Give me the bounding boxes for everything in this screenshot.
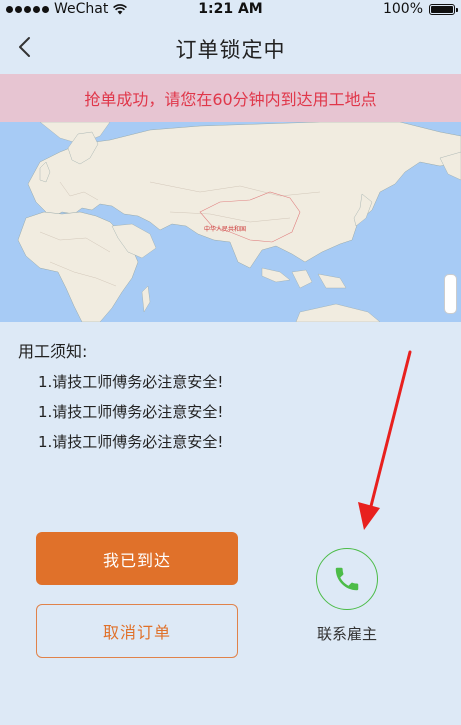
phone-icon — [335, 567, 359, 591]
map-zoom-control[interactable] — [444, 274, 457, 314]
map-country-label: 中华人民共和国 — [204, 226, 247, 233]
cancel-order-button[interactable]: 取消订单 — [36, 604, 238, 658]
annotation-arrow-icon — [358, 350, 412, 530]
contact-employer-button[interactable]: 联系雇主 — [305, 548, 389, 644]
notes-title: 用工须知: — [18, 342, 88, 361]
work-notes: 用工须知: 1.请技工师傅务必注意安全! 1.请技工师傅务必注意安全! 1.请技… — [18, 338, 223, 452]
success-notice-banner: 抢单成功，请您在60分钟内到达用工地点 — [0, 74, 461, 122]
note-item: 1.请技工师傅务必注意安全! — [38, 433, 224, 451]
battery-icon — [429, 3, 458, 15]
phone-circle[interactable] — [316, 548, 378, 610]
arrived-button[interactable]: 我已到达 — [36, 532, 238, 585]
battery-percent: 100% — [382, 1, 423, 17]
status-right: 100% — [382, 1, 458, 17]
world-map — [0, 122, 461, 322]
note-item: 1.请技工师傅务必注意安全! — [38, 403, 224, 421]
map-view[interactable]: 中华人民共和国 — [0, 122, 461, 322]
notice-text: 抢单成功，请您在60分钟内到达用工地点 — [84, 90, 377, 109]
arrived-button-label: 我已到达 — [102, 550, 171, 570]
contact-label: 联系雇主 — [316, 625, 377, 643]
note-item: 1.请技工师傅务必注意安全! — [38, 373, 224, 391]
nav-bar: 订单锁定中 — [0, 20, 461, 74]
status-bar: WeChat 1:21 AM 100% — [0, 0, 461, 20]
page-title: 订单锁定中 — [175, 38, 286, 62]
notes-list: 1.请技工师傅务必注意安全! 1.请技工师傅务必注意安全! 1.请技工师傅务必注… — [18, 371, 223, 452]
cancel-button-label: 取消订单 — [102, 623, 171, 642]
